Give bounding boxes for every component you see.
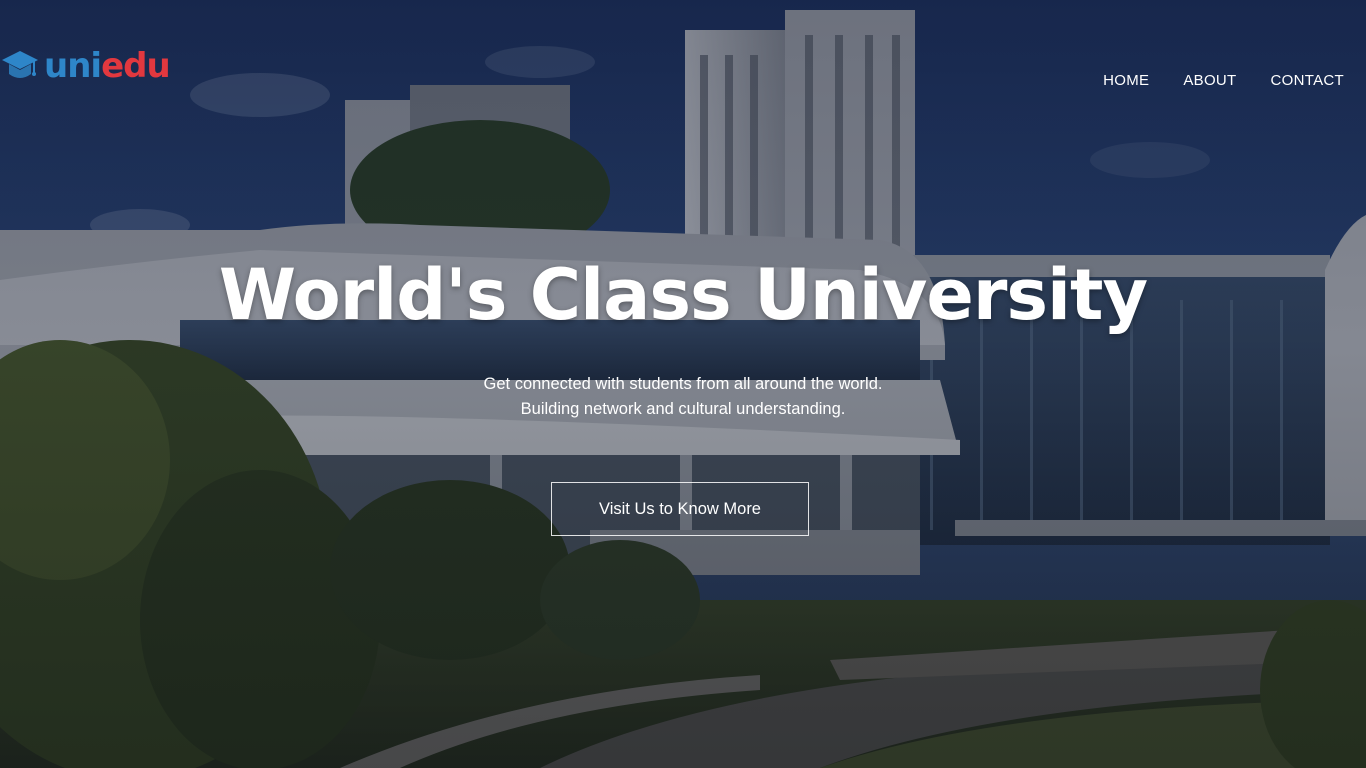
nav-home-link[interactable]: HOME (1103, 72, 1149, 89)
nav-about-link[interactable]: ABOUT (1183, 72, 1236, 89)
hero-section: uniedu HOME ABOUT CONTACT World's Class … (0, 0, 1366, 768)
visit-us-button[interactable]: Visit Us to Know More (551, 482, 809, 536)
graduation-cap-icon (2, 51, 38, 78)
logo-text-uni: uni (44, 46, 102, 86)
main-nav: HOME ABOUT CONTACT (1103, 72, 1344, 89)
logo-text: uniedu (44, 44, 171, 88)
logo-text-edu: edu (101, 46, 171, 86)
logo[interactable]: uniedu (0, 44, 171, 88)
nav-contact-link[interactable]: CONTACT (1271, 72, 1344, 89)
hero-subtitle: Get connected with students from all aro… (0, 372, 1366, 422)
hero-subtitle-line1: Get connected with students from all aro… (483, 375, 883, 393)
hero-title: World's Class University (218, 254, 1148, 336)
hero-subtitle-line2: Building network and cultural understand… (520, 400, 846, 418)
